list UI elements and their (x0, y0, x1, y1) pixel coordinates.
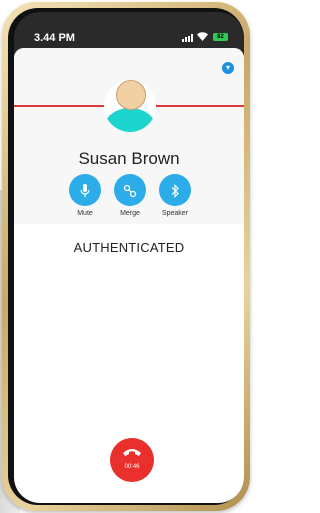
phone-screen: 3.44 PM 82 ▾ Susan Brown Mute Merge Spea… (14, 12, 244, 503)
divider-left (14, 105, 104, 107)
merge-button[interactable] (114, 174, 146, 206)
chevron-down-icon[interactable]: ▾ (222, 62, 234, 74)
contact-name: Susan Brown (78, 149, 180, 168)
cellular-signal-icon (182, 34, 194, 42)
mute-button[interactable] (69, 174, 101, 206)
merge-icon (123, 182, 137, 198)
battery-icon: 82 (213, 33, 228, 41)
bluetooth-speaker-icon (170, 182, 180, 199)
call-status: AUTHENTICATED (73, 240, 185, 255)
call-timer: 00:46 (124, 464, 140, 470)
avatar-body (104, 108, 156, 132)
speaker-label: Speaker (161, 210, 189, 217)
wifi-icon (197, 32, 208, 44)
microphone-icon (79, 182, 91, 198)
status-bar: 3.44 PM 82 (14, 12, 244, 46)
divider-right (156, 105, 244, 107)
avatar (104, 80, 156, 132)
status-time: 3.44 PM (34, 32, 75, 44)
speaker-button[interactable] (159, 174, 191, 206)
phone-hangup-icon (110, 444, 154, 462)
caller-panel: ▾ Susan Brown Mute Merge Speaker (14, 48, 244, 224)
merge-label: Merge (120, 210, 140, 217)
mute-label: Mute (77, 210, 93, 217)
call-card: ▾ Susan Brown Mute Merge Speaker AUTHENT… (14, 48, 244, 503)
hangup-button[interactable]: 00:46 (110, 438, 154, 482)
avatar-head (116, 80, 146, 110)
